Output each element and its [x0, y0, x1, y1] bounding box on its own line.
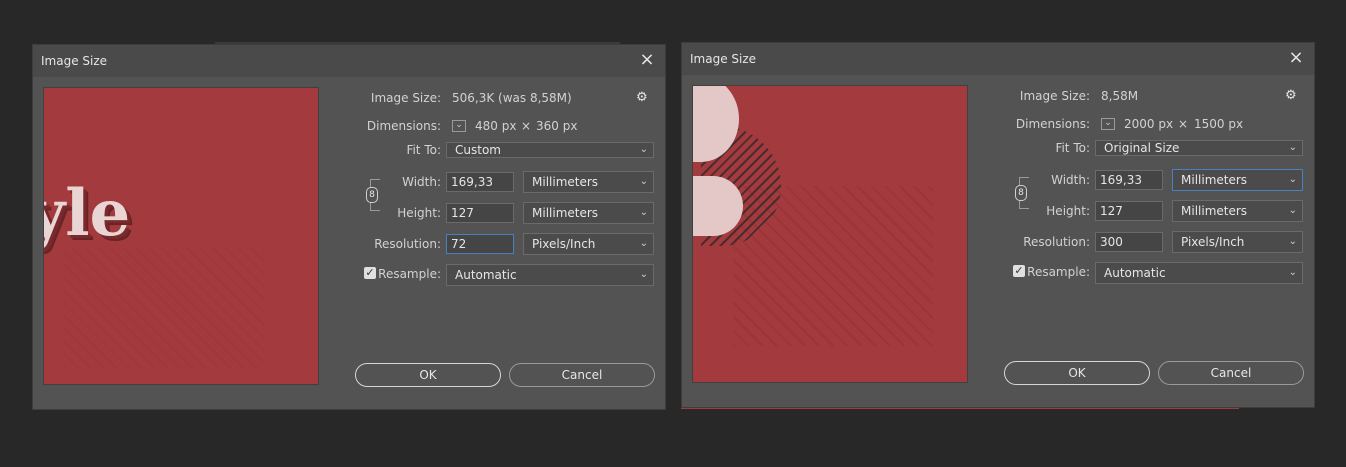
resolution-unit-value: Pixels/Inch — [1181, 235, 1245, 249]
constrain-proportions-link-icon[interactable]: 8 — [1015, 185, 1027, 201]
dialog-titlebar: Image Size × — [33, 45, 665, 77]
dimensions-unit-icon[interactable]: ⌄ — [1101, 118, 1115, 130]
ok-button[interactable]: OK — [1004, 361, 1150, 385]
ok-button[interactable]: OK — [355, 363, 501, 387]
close-icon[interactable]: × — [1286, 48, 1306, 68]
width-unit-select[interactable]: Millimeters ⌄ — [523, 171, 654, 193]
resolution-label: Resolution: — [1023, 235, 1090, 249]
dimensions-width: 480 px — [475, 119, 517, 133]
dimensions-times: × — [1178, 117, 1189, 131]
height-unit-value: Millimeters — [532, 206, 599, 220]
dimensions-height: 360 px — [536, 119, 578, 133]
image-size-dialog-1: Image Size × yle Image Size: 506,3K (was… — [32, 44, 666, 410]
width-unit-select[interactable]: Millimeters ⌄ — [1172, 169, 1303, 191]
resolution-input[interactable]: 72 — [446, 234, 514, 254]
chevron-down-icon: ⌄ — [639, 144, 648, 155]
fit-to-label: Fit To: — [406, 143, 441, 157]
gear-icon[interactable]: ⚙ — [1285, 88, 1297, 103]
dialog-title: Image Size — [690, 52, 757, 66]
chevron-down-icon: ⌄ — [1288, 205, 1297, 216]
preview-text: yle — [44, 176, 131, 251]
close-icon[interactable]: × — [637, 50, 657, 70]
fit-to-value: Custom — [455, 143, 501, 157]
dimensions-height: 1500 px — [1194, 117, 1244, 131]
height-unit-value: Millimeters — [1181, 204, 1248, 218]
chevron-down-icon: ⌄ — [1288, 142, 1297, 153]
chevron-down-icon: ⌄ — [639, 207, 648, 218]
height-label: Height: — [1046, 204, 1090, 218]
dimensions-label: Dimensions: — [1015, 117, 1090, 131]
image-size-value: 8,58M — [1101, 89, 1139, 103]
height-input[interactable]: 127 — [446, 203, 514, 223]
dialog-title: Image Size — [41, 54, 108, 68]
width-input[interactable]: 169,33 — [446, 172, 514, 192]
image-preview[interactable]: yle — [43, 87, 319, 385]
dimensions-width: 2000 px — [1124, 117, 1174, 131]
image-size-label: Image Size: — [1019, 89, 1090, 103]
fit-to-select[interactable]: Custom ⌄ — [446, 142, 654, 158]
image-size-label: Image Size: — [370, 91, 441, 105]
width-unit-value: Millimeters — [532, 175, 599, 189]
width-label: Width: — [1051, 173, 1090, 187]
fit-to-value: Original Size — [1104, 141, 1180, 155]
width-input[interactable]: 169,33 — [1095, 170, 1163, 190]
dialog-titlebar: Image Size × — [682, 43, 1314, 75]
resample-value: Automatic — [455, 268, 517, 282]
resample-select[interactable]: Automatic ⌄ — [446, 264, 654, 286]
gear-icon[interactable]: ⚙ — [636, 90, 648, 105]
resolution-unit-select[interactable]: Pixels/Inch ⌄ — [1172, 231, 1303, 253]
fit-to-label: Fit To: — [1055, 141, 1090, 155]
height-unit-select[interactable]: Millimeters ⌄ — [523, 202, 654, 224]
image-size-dialog-2: Image Size × Image Size: 8,58M ⚙ Dimensi… — [681, 42, 1315, 408]
image-size-value: 506,3K (was 8,58M) — [452, 91, 572, 105]
resolution-unit-value: Pixels/Inch — [532, 237, 596, 251]
height-input[interactable]: 127 — [1095, 201, 1163, 221]
width-label: Width: — [402, 175, 441, 189]
resample-label: Resample: — [1027, 265, 1090, 279]
chevron-down-icon: ⌄ — [639, 238, 648, 249]
chevron-down-icon: ⌄ — [639, 176, 648, 187]
dimensions-label: Dimensions: — [366, 119, 441, 133]
resolution-label: Resolution: — [374, 237, 441, 251]
height-unit-select[interactable]: Millimeters ⌄ — [1172, 200, 1303, 222]
resolution-input[interactable]: 300 — [1095, 232, 1163, 252]
resample-select[interactable]: Automatic ⌄ — [1095, 262, 1303, 284]
dimensions-times: × — [521, 119, 532, 133]
cancel-button[interactable]: Cancel — [509, 363, 655, 387]
resolution-unit-select[interactable]: Pixels/Inch ⌄ — [523, 233, 654, 255]
dimensions-unit-icon[interactable]: ⌄ — [452, 120, 466, 132]
width-unit-value: Millimeters — [1181, 173, 1248, 187]
chevron-down-icon: ⌄ — [1288, 174, 1297, 185]
fit-to-select[interactable]: Original Size ⌄ — [1095, 140, 1303, 156]
chevron-down-icon: ⌄ — [1288, 236, 1297, 247]
resample-label: Resample: — [378, 267, 441, 281]
cancel-button[interactable]: Cancel — [1158, 361, 1304, 385]
chevron-down-icon: ⌄ — [639, 269, 648, 280]
constrain-proportions-link-icon[interactable]: 8 — [366, 187, 378, 203]
image-preview[interactable] — [692, 85, 968, 383]
preview-texture — [64, 248, 264, 368]
resample-value: Automatic — [1104, 266, 1166, 280]
height-label: Height: — [397, 206, 441, 220]
chevron-down-icon: ⌄ — [1288, 267, 1297, 278]
